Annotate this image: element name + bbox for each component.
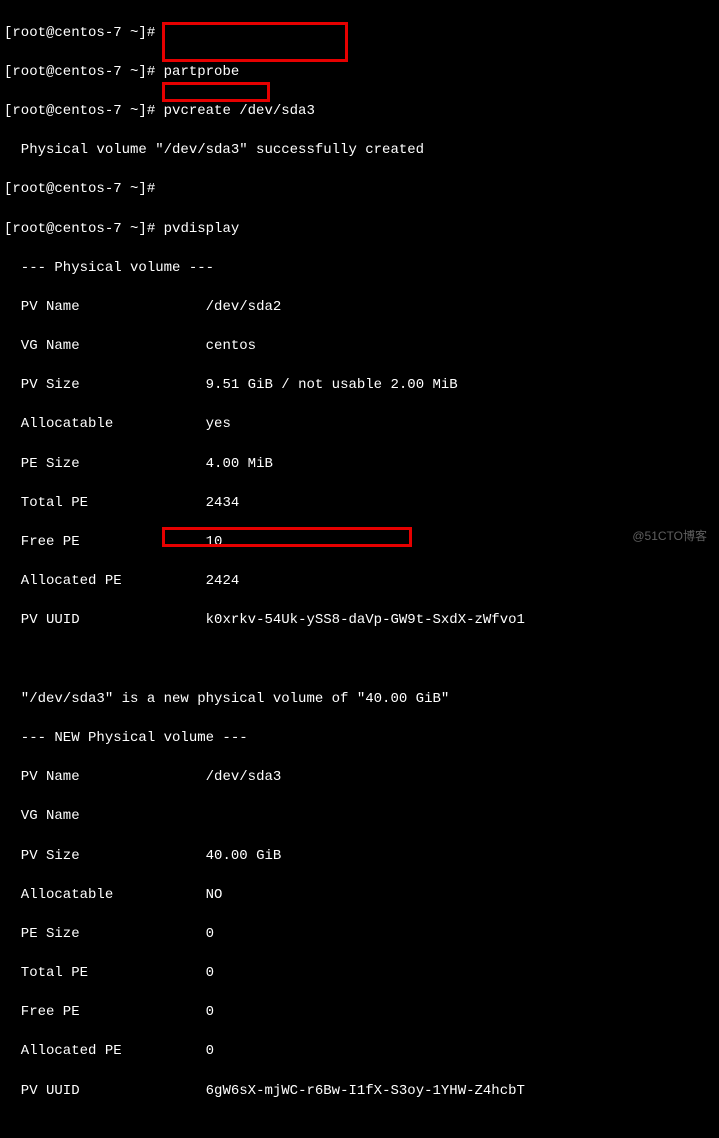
field-label: PV UUID [4, 1083, 80, 1099]
pv1-size: PV Size 9.51 GiB / not usable 2.00 MiB [4, 376, 715, 396]
blank-line [4, 651, 715, 671]
field-label: PV Name [4, 299, 80, 315]
field-label: PV Size [4, 848, 80, 864]
field-label: Total PE [4, 965, 88, 981]
field-value: k0xrkv-54Uk-ySS8-daVp-GW9t-SxdX-zWfvo1 [206, 612, 525, 628]
field-label: Allocatable [4, 887, 113, 903]
command-pvdisplay: pvdisplay [155, 221, 239, 237]
field-label: Free PE [4, 1004, 80, 1020]
pv-header: --- Physical volume --- [4, 259, 715, 279]
prompt-line[interactable]: [root@centos-7 ~]# partprobe [4, 63, 715, 83]
pv1-vg: VG Name centos [4, 337, 715, 357]
prompt: [root@centos-7 ~]# [4, 25, 155, 41]
new-pv-header: --- NEW Physical volume --- [4, 729, 715, 749]
terminal-output: [root@centos-7 ~]# [root@centos-7 ~]# pa… [4, 4, 715, 1138]
pv2-size: PV Size 40.00 GiB [4, 847, 715, 867]
pv2-totalpe: Total PE 0 [4, 964, 715, 984]
pv2-vg: VG Name [4, 807, 715, 827]
pv2-name: PV Name /dev/sda3 [4, 768, 715, 788]
field-label: Free PE [4, 534, 80, 550]
field-value: /dev/sda3 [206, 769, 282, 785]
prompt-line[interactable]: [root@centos-7 ~]# pvcreate /dev/sda3 [4, 102, 715, 122]
pv1-name: PV Name /dev/sda2 [4, 298, 715, 318]
field-label: VG Name [4, 338, 80, 354]
field-value: 0 [206, 926, 214, 942]
output-pvcreate: Physical volume "/dev/sda3" successfully… [4, 141, 715, 161]
pv2-allocpe: Allocated PE 0 [4, 1042, 715, 1062]
prompt: [root@centos-7 ~]# [4, 64, 155, 80]
prompt: [root@centos-7 ~]# [4, 181, 155, 197]
field-value: 2434 [206, 495, 240, 511]
pv1-allocpe: Allocated PE 2424 [4, 572, 715, 592]
field-value: /dev/sda2 [206, 299, 282, 315]
pv2-freepe: Free PE 0 [4, 1003, 715, 1023]
command-pvcreate: pvcreate /dev/sda3 [155, 103, 315, 119]
field-value: NO [206, 887, 223, 903]
pv1-alloc: Allocatable yes [4, 415, 715, 435]
field-label: PE Size [4, 456, 80, 472]
pv1-uuid: PV UUID k0xrkv-54Uk-ySS8-daVp-GW9t-SxdX-… [4, 611, 715, 631]
pv2-pesize: PE Size 0 [4, 925, 715, 945]
prompt-line[interactable]: [root@centos-7 ~]# [4, 180, 715, 200]
prompt: [root@centos-7 ~]# [4, 221, 155, 237]
field-label: Allocated PE [4, 1043, 122, 1059]
new-pv-msg: "/dev/sda3" is a new physical volume of … [4, 690, 715, 710]
field-value: 0 [206, 965, 214, 981]
field-value: 40.00 GiB [206, 848, 282, 864]
field-label: VG Name [4, 808, 80, 824]
field-value: 0 [206, 1043, 214, 1059]
pv2-alloc: Allocatable NO [4, 886, 715, 906]
prompt: [root@centos-7 ~]# [4, 103, 155, 119]
prompt-line[interactable]: [root@centos-7 ~]# pvdisplay [4, 220, 715, 240]
field-value: 4.00 MiB [206, 456, 273, 472]
watermark: @51CTO博客 [632, 528, 707, 545]
field-value: 0 [206, 1004, 214, 1020]
field-label: Allocated PE [4, 573, 122, 589]
field-label: Total PE [4, 495, 88, 511]
field-label: Allocatable [4, 416, 113, 432]
prompt-line[interactable]: [root@centos-7 ~]# [4, 24, 715, 44]
field-value: yes [206, 416, 231, 432]
pv1-totalpe: Total PE 2434 [4, 494, 715, 514]
field-value: 2424 [206, 573, 240, 589]
pv2-uuid: PV UUID 6gW6sX-mjWC-r6Bw-I1fX-S3oy-1YHW-… [4, 1082, 715, 1102]
field-value: 9.51 GiB / not usable 2.00 MiB [206, 377, 458, 393]
pv1-freepe: Free PE 10 [4, 533, 715, 553]
blank-line [4, 1121, 715, 1138]
field-label: PV Size [4, 377, 80, 393]
field-label: PV Name [4, 769, 80, 785]
field-value: centos [206, 338, 256, 354]
pv1-pesize: PE Size 4.00 MiB [4, 455, 715, 475]
field-value: 6gW6sX-mjWC-r6Bw-I1fX-S3oy-1YHW-Z4hcbT [206, 1083, 525, 1099]
field-label: PE Size [4, 926, 80, 942]
field-label: PV UUID [4, 612, 80, 628]
command-partprobe: partprobe [155, 64, 239, 80]
field-value: 10 [206, 534, 223, 550]
